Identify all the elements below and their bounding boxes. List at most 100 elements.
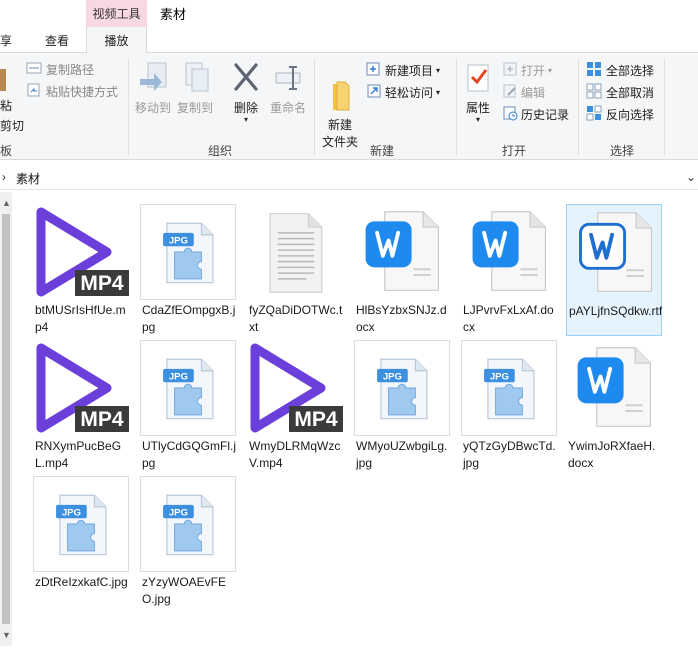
- address-bar[interactable]: › 素材 ⌄: [0, 166, 698, 190]
- file-item[interactable]: WmyDLRMqWzcV.mp4: [247, 340, 343, 472]
- tab-play[interactable]: 播放: [86, 26, 147, 53]
- new-item-icon: [366, 61, 382, 80]
- rename-button[interactable]: 重命名: [268, 61, 308, 117]
- delete-button[interactable]: 删除 ▾: [228, 61, 264, 124]
- file-item[interactable]: fyZQaDiDOTWc.txt: [247, 204, 343, 336]
- file-name-label: pAYLjfnSQdkw.rtf: [569, 304, 663, 318]
- ribbon-separator: [456, 59, 457, 155]
- file-name-label: UTlyCdGQGmFl.jpg: [142, 439, 236, 470]
- file-item[interactable]: WMyoUZwbgiLg.jpg: [354, 340, 450, 472]
- clipboard-icon: [0, 67, 6, 94]
- clipboard-group-label: 板: [0, 144, 13, 158]
- new-group-label: 新建: [370, 144, 395, 158]
- new-folder-button[interactable]: 新建 文件夹: [320, 61, 360, 151]
- history-button[interactable]: 历史记录: [502, 105, 569, 124]
- properties-button[interactable]: 属性 ▾: [462, 61, 494, 124]
- paste-shortcut-icon: [26, 83, 42, 100]
- open-dropdown-arrow: ▾: [548, 66, 553, 75]
- folder-icon: [325, 61, 355, 117]
- file-item[interactable]: pAYLjfnSQdkw.rtf: [566, 204, 662, 336]
- select-all-icon: [586, 61, 602, 80]
- file-name-label: LJPvrvFxLxAf.docx: [463, 303, 554, 334]
- scroll-up-arrow-icon[interactable]: ▲: [2, 198, 11, 208]
- file-name-label: zDtReIzxkafC.jpg: [35, 575, 128, 589]
- jpg-image-icon: [140, 204, 236, 300]
- ribbon-tabs: 视频工具 素材 享 查看 播放: [0, 0, 698, 53]
- copy-to-icon: [180, 61, 210, 100]
- open-icon: [502, 61, 518, 80]
- select-none-button[interactable]: 全部取消: [586, 83, 654, 102]
- file-item[interactable]: yQTzGyDBwcTd.jpg: [461, 340, 557, 472]
- file-item[interactable]: UTlyCdGQGmFl.jpg: [140, 340, 236, 472]
- easy-access-button[interactable]: 轻松访问 ▾: [366, 83, 440, 102]
- file-item[interactable]: CdaZfEOmpgxB.jpg: [140, 204, 236, 336]
- file-name-label: fyZQaDiDOTWc.txt: [249, 303, 343, 334]
- file-name-label: HlBsYzbxSNJz.docx: [356, 303, 447, 334]
- copy-to-button[interactable]: 复制到: [176, 61, 214, 117]
- invert-selection-button[interactable]: 反向选择: [586, 105, 654, 124]
- mp4-video-icon: [247, 340, 343, 436]
- file-name-label: YwimJoRXfaeH.docx: [568, 439, 656, 470]
- text-file-icon: [247, 204, 343, 300]
- jpg-image-icon: [354, 340, 450, 436]
- ribbon: 粘 剪切 复制路径 粘贴快捷方式 板 移动到 复制到 删除 ▾ 重命名 组织 新…: [0, 52, 698, 160]
- word-document-icon: [461, 204, 557, 300]
- tab-share[interactable]: 享: [0, 28, 20, 52]
- video-tools-context-tab: 视频工具: [86, 0, 147, 26]
- history-icon: [502, 105, 518, 124]
- jpg-image-icon: [33, 476, 129, 572]
- file-name-label: WmyDLRMqWzcV.mp4: [249, 439, 341, 470]
- window-title: 素材: [160, 7, 187, 22]
- address-dropdown-icon[interactable]: ⌄: [686, 170, 696, 184]
- file-name-label: btMUSrIsHfUe.mp4: [35, 303, 126, 334]
- move-to-button[interactable]: 移动到: [134, 61, 172, 117]
- rename-icon: [273, 61, 303, 100]
- file-item[interactable]: zDtReIzxkafC.jpg: [33, 476, 129, 608]
- breadcrumb-chevron-icon[interactable]: ›: [2, 170, 6, 184]
- copy-path-icon: [26, 61, 42, 78]
- paste-button[interactable]: [0, 67, 6, 94]
- file-list-view[interactable]: ▲ ▼ btMUSrIsHfUe.mp4 CdaZfEOmpgxB.jpg fyZQ…: [0, 192, 698, 668]
- file-item[interactable]: RNXymPucBeGL.mp4: [33, 340, 129, 472]
- file-name-label: RNXymPucBeGL.mp4: [35, 439, 122, 470]
- ribbon-separator: [578, 59, 579, 155]
- open-button[interactable]: 打开 ▾: [502, 61, 552, 80]
- copy-path-button[interactable]: 复制路径: [26, 61, 94, 78]
- properties-checkmark-icon: [464, 61, 492, 100]
- file-item[interactable]: YwimJoRXfaeH.docx: [566, 340, 662, 472]
- new-item-dropdown-arrow: ▾: [436, 66, 441, 75]
- paste-label: 粘: [0, 99, 13, 113]
- file-item[interactable]: zYzyWOAEvFEO.jpg: [140, 476, 236, 608]
- ribbon-separator: [664, 59, 665, 155]
- cut-button[interactable]: 剪切: [0, 117, 24, 134]
- word-document-icon: [354, 204, 450, 300]
- select-all-button[interactable]: 全部选择: [586, 61, 654, 80]
- mp4-video-icon: [33, 204, 129, 300]
- properties-dropdown-arrow: ▾: [475, 115, 480, 124]
- paste-shortcut-button[interactable]: 粘贴快捷方式: [26, 83, 118, 100]
- mp4-video-icon: [33, 340, 129, 436]
- edit-button[interactable]: 编辑: [502, 83, 545, 102]
- file-name-label: yQTzGyDBwcTd.jpg: [463, 439, 556, 470]
- open-group-label: 打开: [502, 144, 527, 158]
- rtf-document-icon: [567, 205, 663, 301]
- delete-dropdown-arrow: ▾: [243, 115, 248, 124]
- jpg-image-icon: [140, 340, 236, 436]
- file-item[interactable]: LJPvrvFxLxAf.docx: [461, 204, 557, 336]
- scroll-down-arrow-icon[interactable]: ▼: [2, 630, 11, 640]
- file-name-label: WMyoUZwbgiLg.jpg: [356, 439, 448, 470]
- scrollbar-thumb[interactable]: [2, 214, 10, 624]
- invert-selection-icon: [586, 105, 602, 124]
- breadcrumb-current-folder[interactable]: 素材: [16, 170, 40, 187]
- file-item[interactable]: btMUSrIsHfUe.mp4: [33, 204, 129, 336]
- move-to-icon: [138, 61, 168, 100]
- word-document-icon: [566, 340, 662, 436]
- easy-access-icon: [366, 83, 382, 102]
- file-item[interactable]: HlBsYzbxSNJz.docx: [354, 204, 450, 336]
- new-item-button[interactable]: 新建项目 ▾: [366, 61, 440, 80]
- ribbon-separator: [128, 59, 129, 155]
- vertical-scrollbar[interactable]: ▲ ▼: [0, 192, 12, 646]
- tab-view[interactable]: 查看: [36, 28, 78, 52]
- file-name-label: zYzyWOAEvFEO.jpg: [142, 575, 227, 606]
- delete-x-icon: [231, 61, 261, 100]
